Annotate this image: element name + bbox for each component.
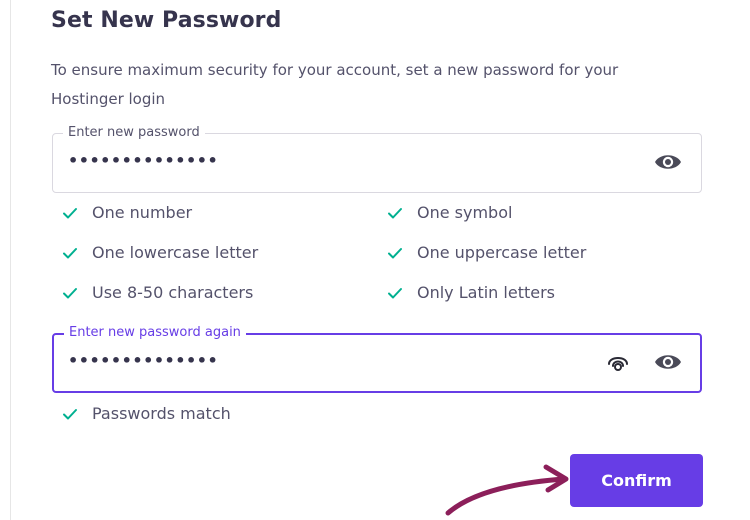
check-icon (388, 207, 402, 218)
eye-icon[interactable] (653, 350, 683, 374)
check-icon (63, 287, 77, 298)
requirement-latin: Only Latin letters (387, 283, 555, 302)
eye-icon[interactable] (653, 150, 683, 174)
requirement-label: One uppercase letter (417, 243, 587, 262)
check-icon (388, 287, 402, 298)
page-subtitle: To ensure maximum security for your acco… (51, 61, 619, 108)
requirement-one-number: One number (62, 203, 192, 222)
check-icon (63, 408, 77, 419)
confirm-password-value[interactable]: •••••••••••••• (68, 351, 218, 370)
panel-left-border (10, 0, 11, 520)
confirm-password-field[interactable]: Enter new password again •••••••••••••• (52, 324, 702, 393)
new-password-value[interactable]: •••••••••••••• (68, 151, 218, 170)
confirm-button[interactable]: Confirm (570, 454, 703, 507)
requirement-one-symbol: One symbol (387, 203, 512, 222)
check-icon (388, 247, 402, 258)
annotation-arrow-icon (445, 464, 569, 516)
requirement-uppercase: One uppercase letter (387, 243, 586, 262)
passwords-match-status: Passwords match (62, 404, 231, 423)
page-title: Set New Password (51, 8, 282, 33)
check-icon (63, 207, 77, 218)
requirement-length: Use 8-50 characters (62, 283, 253, 302)
requirement-label: One number (92, 203, 193, 222)
requirement-label: One lowercase letter (92, 243, 259, 262)
requirement-label: Use 8-50 characters (92, 283, 254, 302)
requirement-label: One symbol (417, 203, 513, 222)
new-password-field[interactable]: Enter new password •••••••••••••• (52, 124, 702, 193)
fingerprint-icon[interactable] (603, 350, 633, 374)
new-password-label: Enter new password (63, 124, 205, 142)
confirm-password-label: Enter new password again (64, 324, 246, 342)
check-icon (63, 247, 77, 258)
requirement-lowercase: One lowercase letter (62, 243, 258, 262)
requirement-label: Only Latin letters (417, 283, 555, 302)
match-status-label: Passwords match (92, 404, 231, 423)
